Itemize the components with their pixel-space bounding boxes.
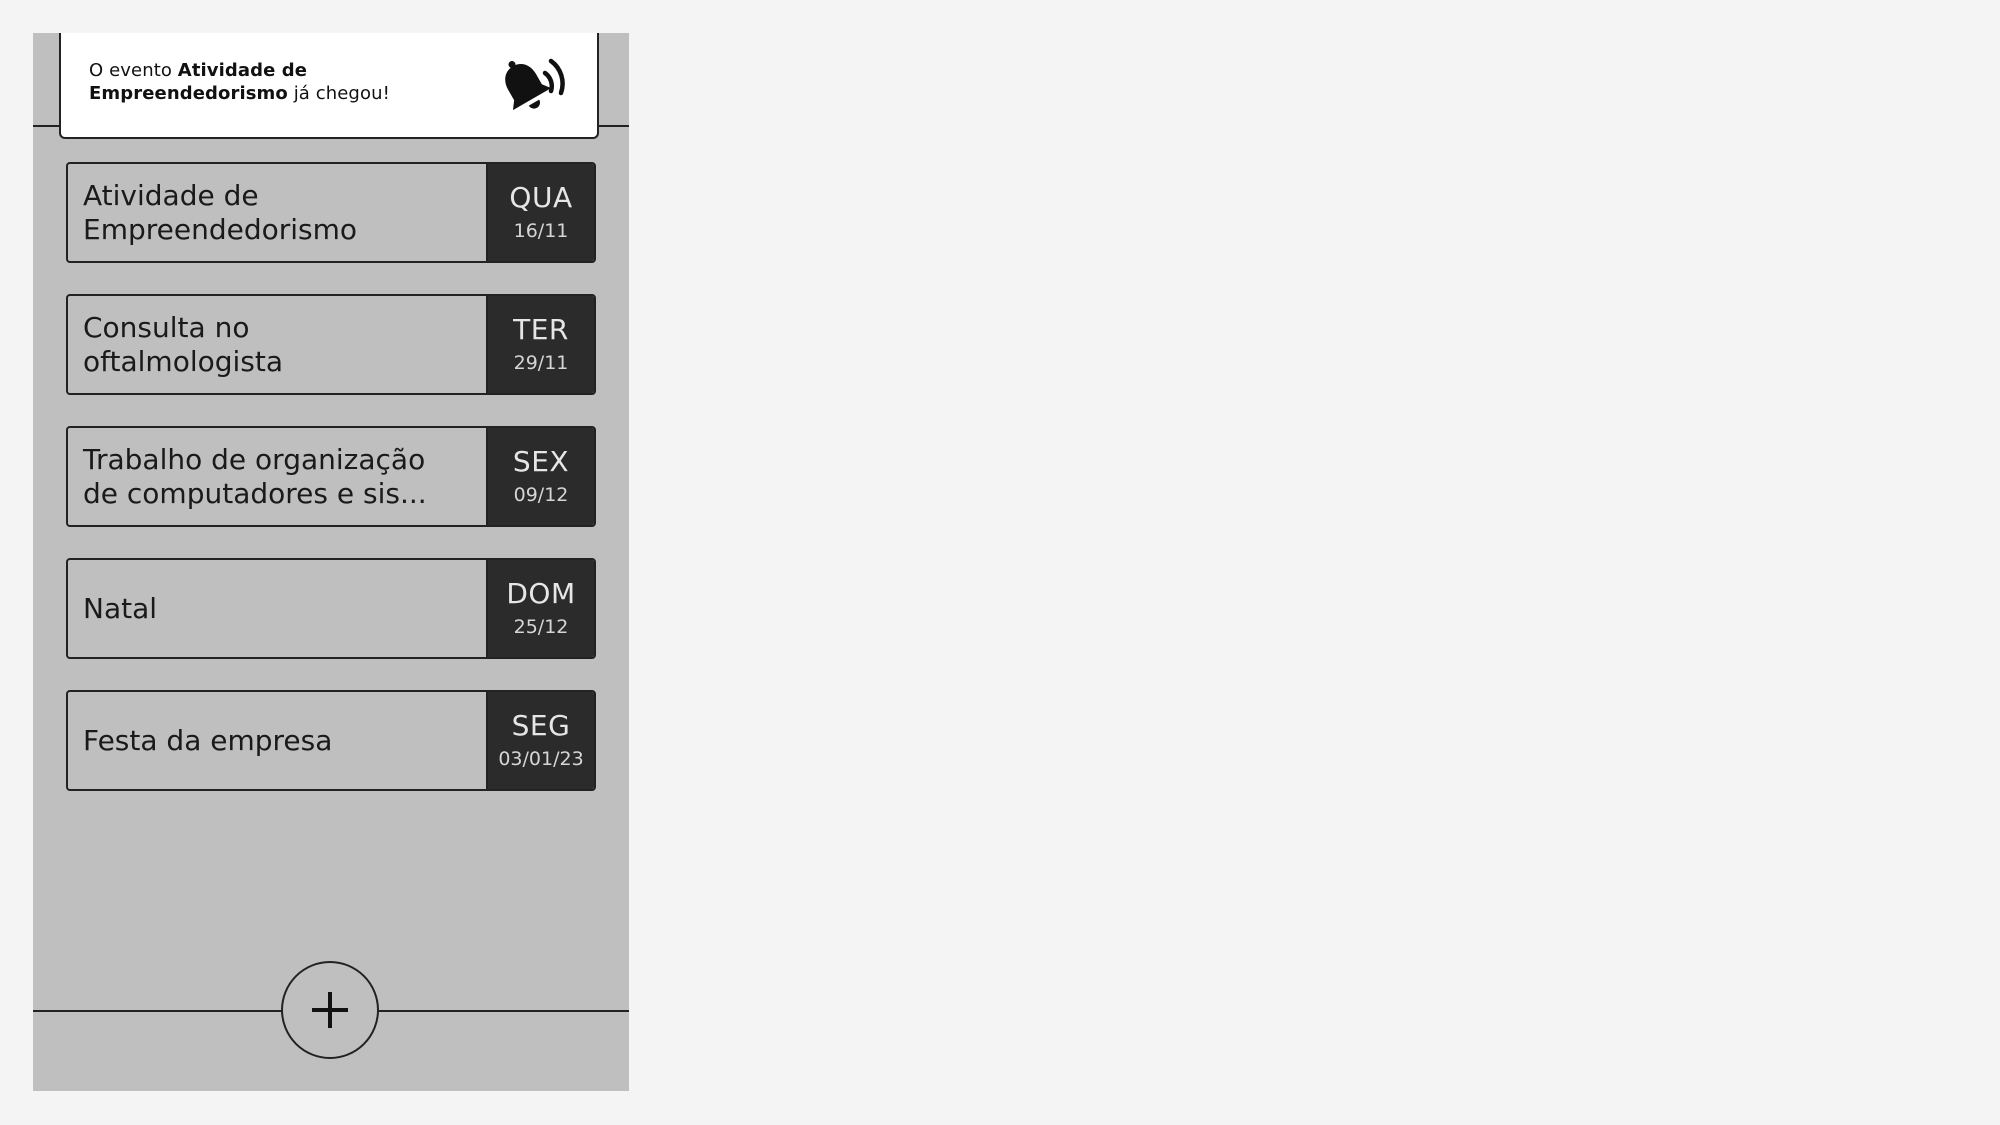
- event-item[interactable]: Atividade de Empreendedorismo QUA 16/11: [66, 162, 596, 263]
- event-title: Festa da empresa: [83, 692, 483, 789]
- event-title: Natal: [83, 560, 483, 657]
- event-date-badge: SEG 03/01/23: [486, 692, 594, 789]
- event-title-line-2: Empreendedorismo: [83, 212, 358, 246]
- event-title-line-1: Trabalho de organização: [83, 442, 426, 476]
- notification-suffix: já chegou!: [287, 83, 390, 104]
- event-date-badge: SEX 09/12: [486, 428, 594, 525]
- event-date-badge: DOM 25/12: [486, 560, 594, 657]
- event-weekday: DOM: [506, 576, 576, 610]
- event-weekday: SEG: [511, 708, 571, 742]
- notification-prefix: O evento: [89, 60, 178, 81]
- event-list: Atividade de Empreendedorismo QUA 16/11 …: [66, 162, 596, 822]
- event-title-line-2: oftalmologista: [83, 344, 284, 378]
- event-date: 29/11: [513, 351, 569, 374]
- event-title-line-1: Festa da empresa: [83, 723, 333, 757]
- event-date-badge: TER 29/11: [486, 296, 594, 393]
- event-date: 09/12: [513, 483, 569, 506]
- add-event-button[interactable]: [281, 961, 379, 1059]
- event-weekday: SEX: [512, 444, 570, 478]
- event-item[interactable]: Festa da empresa SEG 03/01/23: [66, 690, 596, 791]
- event-date: 03/01/23: [498, 747, 584, 770]
- event-date: 16/11: [513, 219, 569, 242]
- app-screen: O evento Atividade de Empreendedorismo j…: [33, 33, 629, 1091]
- event-weekday: QUA: [509, 180, 573, 214]
- event-title-line-2: de computadores e sis...: [83, 476, 427, 510]
- event-item[interactable]: Consulta no oftalmologista TER 29/11: [66, 294, 596, 395]
- notification-message: O evento Atividade de Empreendedorismo j…: [89, 59, 419, 105]
- event-item[interactable]: Natal DOM 25/12: [66, 558, 596, 659]
- event-notification[interactable]: O evento Atividade de Empreendedorismo j…: [59, 33, 599, 139]
- event-title-line-1: Atividade de: [83, 178, 259, 212]
- event-title: Atividade de Empreendedorismo: [83, 164, 483, 261]
- event-title: Trabalho de organização de computadores …: [83, 428, 483, 525]
- event-item[interactable]: Trabalho de organização de computadores …: [66, 426, 596, 527]
- plus-icon: [312, 992, 348, 1028]
- event-title-line-1: Natal: [83, 591, 158, 625]
- event-title-line-1: Consulta no: [83, 310, 250, 344]
- bell-ringing-icon: [495, 51, 567, 117]
- event-weekday: TER: [513, 312, 569, 346]
- event-title: Consulta no oftalmologista: [83, 296, 483, 393]
- event-date: 25/12: [513, 615, 569, 638]
- event-date-badge: QUA 16/11: [486, 164, 594, 261]
